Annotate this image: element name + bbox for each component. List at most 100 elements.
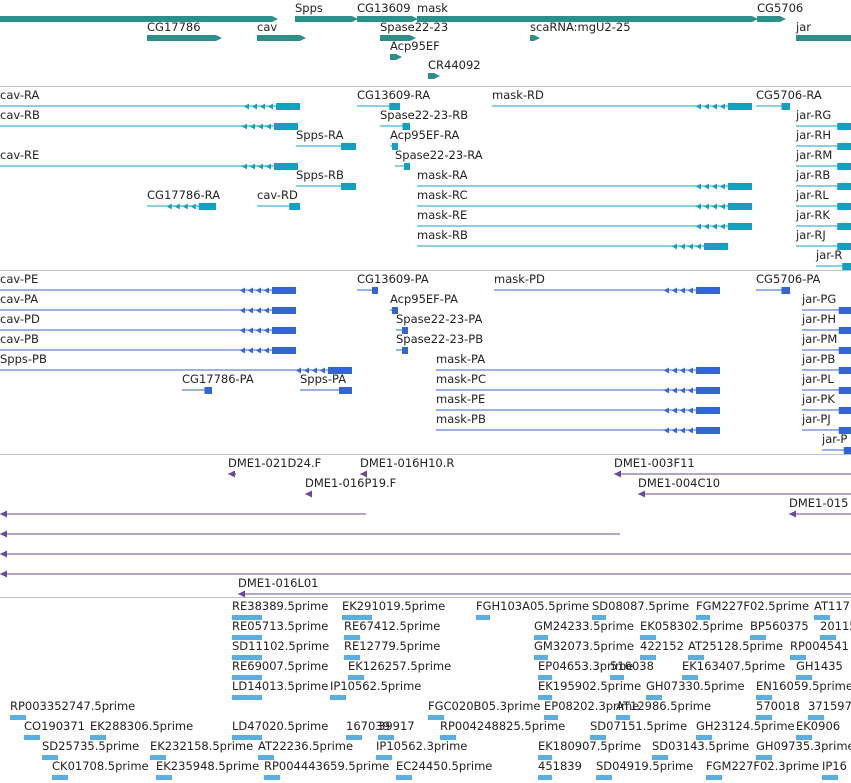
clone-end-marker[interactable] bbox=[0, 530, 7, 538]
exon-block[interactable] bbox=[728, 223, 752, 230]
exon-block[interactable] bbox=[843, 447, 851, 454]
feature-glyph[interactable] bbox=[0, 530, 620, 538]
exon-block[interactable] bbox=[272, 347, 296, 354]
feature-glyph[interactable] bbox=[396, 775, 412, 780]
est-block[interactable] bbox=[264, 775, 280, 780]
feature-glyph[interactable] bbox=[530, 35, 540, 41]
exon-block[interactable] bbox=[837, 223, 851, 230]
feature-glyph[interactable] bbox=[0, 287, 296, 294]
exon-block[interactable] bbox=[696, 427, 720, 434]
feature-glyph[interactable] bbox=[295, 16, 358, 22]
exon-block[interactable] bbox=[837, 143, 851, 150]
feature-glyph[interactable] bbox=[0, 163, 298, 170]
clone-end-marker[interactable] bbox=[0, 510, 7, 518]
est-block[interactable] bbox=[596, 775, 612, 780]
feature-glyph[interactable] bbox=[796, 35, 851, 41]
exon-block[interactable] bbox=[276, 103, 300, 110]
feature-glyph[interactable] bbox=[296, 183, 356, 190]
exon-block[interactable] bbox=[272, 327, 296, 334]
feature-glyph[interactable] bbox=[492, 103, 752, 110]
exon-block[interactable] bbox=[837, 123, 851, 130]
feature-glyph[interactable] bbox=[757, 16, 786, 22]
exon-block[interactable] bbox=[728, 203, 752, 210]
exon-block[interactable] bbox=[838, 307, 851, 314]
gene-bar[interactable] bbox=[796, 35, 851, 41]
exon-block[interactable] bbox=[341, 183, 356, 190]
exon-block[interactable] bbox=[339, 387, 352, 394]
clone-end-marker[interactable] bbox=[0, 550, 7, 558]
feature-glyph[interactable] bbox=[156, 775, 172, 780]
feature-glyph[interactable] bbox=[0, 307, 296, 314]
feature-glyph[interactable] bbox=[417, 243, 728, 250]
feature-glyph[interactable] bbox=[538, 775, 552, 780]
feature-glyph[interactable] bbox=[822, 447, 851, 454]
feature-glyph[interactable] bbox=[0, 570, 851, 578]
gene-bar[interactable] bbox=[0, 16, 272, 22]
exon-block[interactable] bbox=[704, 243, 728, 250]
est-block[interactable] bbox=[24, 735, 40, 740]
exon-block[interactable] bbox=[696, 407, 720, 414]
gene-bar[interactable] bbox=[390, 54, 396, 60]
est-block[interactable] bbox=[476, 615, 490, 620]
gene-bar[interactable] bbox=[428, 73, 434, 79]
exon-block[interactable] bbox=[728, 103, 752, 110]
feature-glyph[interactable] bbox=[264, 775, 280, 780]
feature-glyph[interactable] bbox=[428, 73, 440, 79]
exon-block[interactable] bbox=[781, 103, 791, 110]
exon-block[interactable] bbox=[838, 407, 851, 414]
feature-glyph[interactable] bbox=[305, 490, 312, 498]
feature-glyph[interactable] bbox=[357, 287, 378, 294]
exon-block[interactable] bbox=[272, 307, 296, 314]
feature-glyph[interactable] bbox=[147, 35, 222, 41]
feature-glyph[interactable] bbox=[395, 163, 410, 170]
clone-end-marker[interactable] bbox=[789, 510, 796, 518]
feature-glyph[interactable] bbox=[476, 615, 490, 620]
feature-glyph[interactable] bbox=[390, 54, 402, 60]
exon-block[interactable] bbox=[838, 387, 851, 394]
exon-block[interactable] bbox=[838, 367, 851, 374]
exon-block[interactable] bbox=[402, 347, 408, 354]
est-block[interactable] bbox=[538, 775, 552, 780]
exon-block[interactable] bbox=[198, 203, 216, 210]
exon-block[interactable] bbox=[272, 287, 296, 294]
feature-glyph[interactable] bbox=[257, 203, 300, 210]
gene-bar[interactable] bbox=[147, 35, 216, 41]
exon-block[interactable] bbox=[842, 263, 851, 270]
exon-block[interactable] bbox=[274, 123, 298, 130]
exon-block[interactable] bbox=[204, 387, 213, 394]
exon-block[interactable] bbox=[372, 287, 378, 294]
feature-glyph[interactable] bbox=[182, 387, 212, 394]
est-block[interactable] bbox=[396, 775, 412, 780]
gene-bar[interactable] bbox=[295, 16, 352, 22]
exon-block[interactable] bbox=[404, 163, 410, 170]
est-block[interactable] bbox=[706, 775, 722, 780]
est-block[interactable] bbox=[156, 775, 172, 780]
clone-end-marker[interactable] bbox=[228, 470, 235, 478]
clone-end-marker[interactable] bbox=[0, 570, 7, 578]
est-block[interactable] bbox=[52, 775, 68, 780]
feature-glyph[interactable] bbox=[52, 775, 68, 780]
feature-glyph[interactable] bbox=[24, 735, 40, 740]
feature-glyph[interactable] bbox=[228, 470, 236, 478]
feature-glyph[interactable] bbox=[822, 775, 838, 780]
feature-glyph[interactable] bbox=[596, 775, 612, 780]
feature-glyph[interactable] bbox=[756, 103, 790, 110]
feature-glyph[interactable] bbox=[0, 123, 298, 130]
clone-end-marker[interactable] bbox=[305, 490, 312, 498]
feature-glyph[interactable] bbox=[257, 35, 306, 41]
feature-glyph[interactable] bbox=[0, 103, 300, 110]
feature-glyph[interactable] bbox=[0, 16, 278, 22]
gene-bar[interactable] bbox=[257, 35, 300, 41]
feature-glyph[interactable] bbox=[0, 327, 296, 334]
exon-block[interactable] bbox=[696, 387, 720, 394]
gene-bar[interactable] bbox=[757, 16, 780, 22]
exon-block[interactable] bbox=[341, 143, 356, 150]
feature-glyph[interactable] bbox=[436, 427, 720, 434]
exon-block[interactable] bbox=[838, 347, 851, 354]
feature-glyph[interactable] bbox=[0, 510, 366, 518]
feature-glyph[interactable] bbox=[756, 287, 790, 294]
feature-glyph[interactable] bbox=[300, 387, 352, 394]
exon-block[interactable] bbox=[837, 203, 851, 210]
exon-block[interactable] bbox=[728, 183, 752, 190]
exon-block[interactable] bbox=[837, 163, 851, 170]
